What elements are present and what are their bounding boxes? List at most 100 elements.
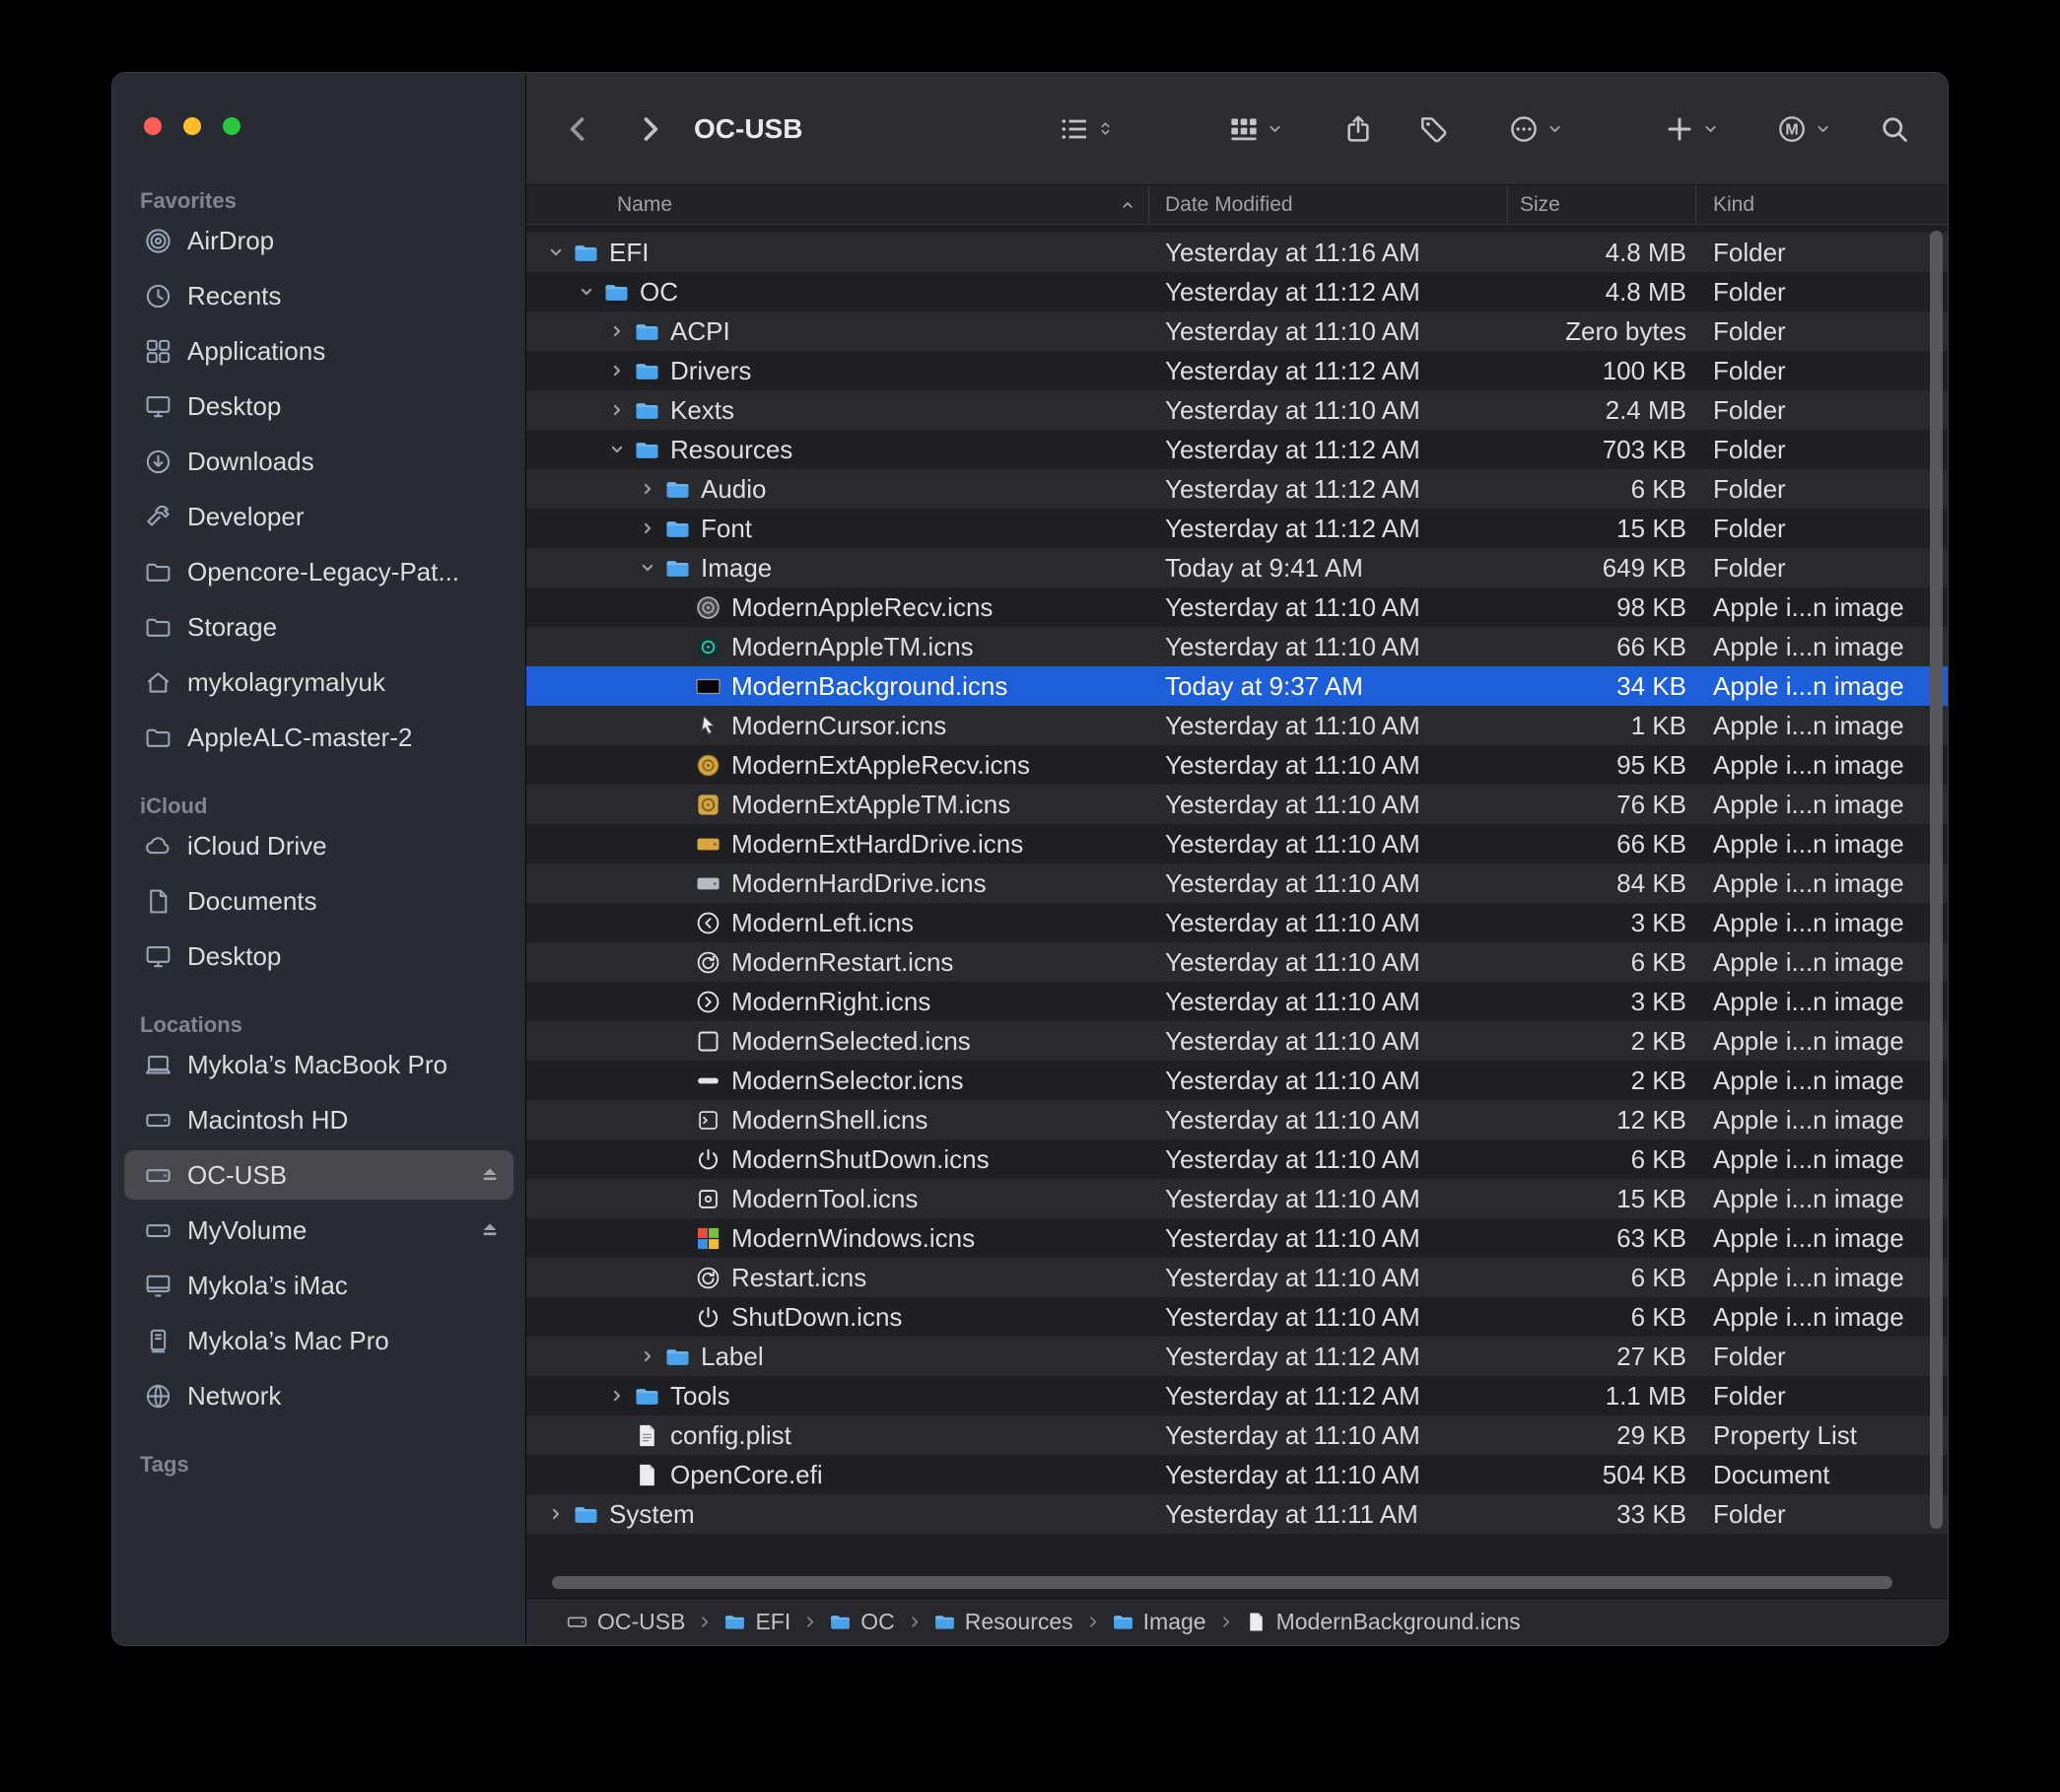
forward-button[interactable]: [633, 112, 666, 146]
back-button[interactable]: [562, 112, 595, 146]
file-row-modernshell-icns[interactable]: ModernShell.icnsYesterday at 11:10 AM12 …: [526, 1100, 1948, 1139]
file-row-modernextapplerecv-icns[interactable]: ModernExtAppleRecv.icnsYesterday at 11:1…: [526, 745, 1948, 785]
sidebar-item-mykola-s-mac-pro[interactable]: Mykola’s Mac Pro: [124, 1316, 514, 1365]
file-name: ModernShell.icns: [731, 1105, 927, 1136]
view-options-button[interactable]: [1059, 113, 1114, 145]
eject-icon[interactable]: [478, 1218, 502, 1242]
new-folder-button[interactable]: [1664, 113, 1719, 145]
sidebar-item-applealc-master-2[interactable]: AppleALC-master-2: [124, 713, 514, 762]
disclosure-collapsed-icon[interactable]: [546, 1504, 573, 1524]
sidebar-item-network[interactable]: Network: [124, 1371, 514, 1420]
file-row-modernbackground-icns[interactable]: ModernBackground.icnsToday at 9:37 AM34 …: [526, 666, 1948, 706]
sidebar-item-mykolagrymalyuk[interactable]: mykolagrymalyuk: [124, 657, 514, 707]
file-row-modernleft-icns[interactable]: ModernLeft.icnsYesterday at 11:10 AM3 KB…: [526, 903, 1948, 942]
disclosure-collapsed-icon[interactable]: [607, 361, 634, 380]
file-row-font[interactable]: FontYesterday at 11:12 AM15 KBFolder: [526, 509, 1948, 548]
file-row-modernselector-icns[interactable]: ModernSelector.icnsYesterday at 11:10 AM…: [526, 1061, 1948, 1100]
folder-icon: [664, 1344, 691, 1370]
file-row-shutdown-icns[interactable]: ShutDown.icnsYesterday at 11:10 AM6 KBAp…: [526, 1297, 1948, 1337]
disclosure-expanded-icon[interactable]: [638, 558, 664, 578]
sidebar-item-desktop[interactable]: Desktop: [124, 931, 514, 981]
sidebar-item-mykola-s-imac[interactable]: Mykola’s iMac: [124, 1261, 514, 1310]
file-row-modernshutdown-icns[interactable]: ModernShutDown.icnsYesterday at 11:10 AM…: [526, 1139, 1948, 1179]
disclosure-expanded-icon[interactable]: [607, 440, 634, 459]
vertical-scrollbar[interactable]: [1926, 225, 1948, 1598]
path-item-image[interactable]: Image: [1112, 1609, 1206, 1635]
file-row-restart-icns[interactable]: Restart.icnsYesterday at 11:10 AM6 KBApp…: [526, 1258, 1948, 1297]
file-row-opencore-efi[interactable]: OpenCore.efiYesterday at 11:10 AM504 KBD…: [526, 1455, 1948, 1494]
column-header-date-modified[interactable]: Date Modified: [1149, 185, 1508, 224]
file-row-modernwindows-icns[interactable]: ModernWindows.icnsYesterday at 11:10 AM6…: [526, 1218, 1948, 1258]
minimize-window-button[interactable]: [183, 117, 201, 135]
disclosure-collapsed-icon[interactable]: [638, 518, 664, 538]
file-row-resources[interactable]: ResourcesYesterday at 11:12 AM703 KBFold…: [526, 430, 1948, 469]
path-item-oc[interactable]: OC: [829, 1609, 895, 1635]
horizontal-scrollbar[interactable]: [526, 1576, 1948, 1590]
share-button[interactable]: [1342, 113, 1374, 145]
account-button[interactable]: M: [1776, 113, 1831, 145]
sidebar-item-documents[interactable]: Documents: [124, 876, 514, 926]
sidebar-item-applications[interactable]: Applications: [124, 326, 514, 376]
sidebar-item-desktop[interactable]: Desktop: [124, 381, 514, 431]
file-row-kexts[interactable]: KextsYesterday at 11:10 AM2.4 MBFolder: [526, 390, 1948, 430]
file-row-image[interactable]: ImageToday at 9:41 AM649 KBFolder: [526, 548, 1948, 587]
file-row-moderntool-icns[interactable]: ModernTool.icnsYesterday at 11:10 AM15 K…: [526, 1179, 1948, 1218]
eject-icon[interactable]: [478, 1163, 502, 1187]
file-row-label[interactable]: LabelYesterday at 11:12 AM27 KBFolder: [526, 1337, 1948, 1376]
file-row-modernharddrive-icns[interactable]: ModernHardDrive.icnsYesterday at 11:10 A…: [526, 863, 1948, 903]
vertical-scrollbar-thumb[interactable]: [1930, 231, 1943, 1529]
sidebar-item-mykola-s-macbook-pro[interactable]: Mykola’s MacBook Pro: [124, 1040, 514, 1089]
file-kind: Apple i...n image: [1696, 1066, 1948, 1096]
file-row-modernappletm-icns[interactable]: ModernAppleTM.icnsYesterday at 11:10 AM6…: [526, 627, 1948, 666]
sidebar-item-label: Mykola’s Mac Pro: [187, 1326, 389, 1356]
file-row-modernapplerecv-icns[interactable]: ModernAppleRecv.icnsYesterday at 11:10 A…: [526, 587, 1948, 627]
disclosure-expanded-icon[interactable]: [577, 282, 603, 302]
file-row-modernextappletm-icns[interactable]: ModernExtAppleTM.icnsYesterday at 11:10 …: [526, 785, 1948, 824]
file-row-modernright-icns[interactable]: ModernRight.icnsYesterday at 11:10 AM3 K…: [526, 982, 1948, 1021]
disclosure-collapsed-icon[interactable]: [607, 321, 634, 341]
file-row-moderncursor-icns[interactable]: ModernCursor.icnsYesterday at 11:10 AM1 …: [526, 706, 1948, 745]
file-row-tools[interactable]: ToolsYesterday at 11:12 AM1.1 MBFolder: [526, 1376, 1948, 1415]
disclosure-collapsed-icon[interactable]: [607, 400, 634, 420]
file-row-audio[interactable]: AudioYesterday at 11:12 AM6 KBFolder: [526, 469, 1948, 509]
path-item-efi[interactable]: EFI: [723, 1609, 790, 1635]
file-row-oc[interactable]: OCYesterday at 11:12 AM4.8 MBFolder: [526, 272, 1948, 311]
disclosure-collapsed-icon[interactable]: [638, 479, 664, 499]
sidebar-item-airdrop[interactable]: AirDrop: [124, 216, 514, 265]
close-window-button[interactable]: [144, 117, 162, 135]
sidebar-item-macintosh-hd[interactable]: Macintosh HD: [124, 1095, 514, 1144]
file-row-acpi[interactable]: ACPIYesterday at 11:10 AMZero bytesFolde…: [526, 311, 1948, 351]
file-row-modernrestart-icns[interactable]: ModernRestart.icnsYesterday at 11:10 AM6…: [526, 942, 1948, 982]
path-item-oc-usb[interactable]: OC-USB: [566, 1609, 685, 1635]
file-kind: Folder: [1696, 395, 1948, 426]
file-row-modernselected-icns[interactable]: ModernSelected.icnsYesterday at 11:10 AM…: [526, 1021, 1948, 1061]
file-row-efi[interactable]: EFIYesterday at 11:16 AM4.8 MBFolder: [526, 233, 1948, 272]
sidebar-item-downloads[interactable]: Downloads: [124, 437, 514, 486]
file-row-modernextharddrive-icns[interactable]: ModernExtHardDrive.icnsYesterday at 11:1…: [526, 824, 1948, 863]
sidebar-item-oc-usb[interactable]: OC-USB: [124, 1150, 514, 1200]
file-row-drivers[interactable]: DriversYesterday at 11:12 AM100 KBFolder: [526, 351, 1948, 390]
actions-button[interactable]: [1508, 113, 1563, 145]
search-button[interactable]: [1879, 113, 1910, 145]
group-button[interactable]: [1228, 113, 1283, 145]
column-header-kind[interactable]: Kind: [1696, 185, 1948, 224]
tags-button[interactable]: [1417, 113, 1449, 145]
disclosure-collapsed-icon[interactable]: [607, 1386, 634, 1406]
disclosure-collapsed-icon[interactable]: [638, 1346, 664, 1366]
disclosure-expanded-icon[interactable]: [546, 242, 573, 262]
path-item-modernbackground-icns[interactable]: ModernBackground.icns: [1245, 1609, 1521, 1635]
path-item-resources[interactable]: Resources: [933, 1609, 1073, 1635]
column-header-size[interactable]: Size: [1508, 185, 1696, 224]
sidebar-item-opencore-legacy-pat[interactable]: Opencore-Legacy-Pat...: [124, 547, 514, 596]
file-row-config-plist[interactable]: config.plistYesterday at 11:10 AM29 KBPr…: [526, 1415, 1948, 1455]
column-header-name[interactable]: Name: [526, 185, 1149, 224]
sidebar-item-myvolume[interactable]: MyVolume: [124, 1206, 514, 1255]
sidebar-item-recents[interactable]: Recents: [124, 271, 514, 320]
zoom-window-button[interactable]: [223, 117, 240, 135]
sidebar-item-storage[interactable]: Storage: [124, 602, 514, 652]
sidebar-item-developer[interactable]: Developer: [124, 492, 514, 541]
sidebar-item-icloud-drive[interactable]: iCloud Drive: [124, 821, 514, 870]
horizontal-scrollbar-thumb[interactable]: [552, 1576, 1892, 1589]
search-icon: [1879, 113, 1910, 145]
file-row-system[interactable]: SystemYesterday at 11:11 AM33 KBFolder: [526, 1494, 1948, 1534]
